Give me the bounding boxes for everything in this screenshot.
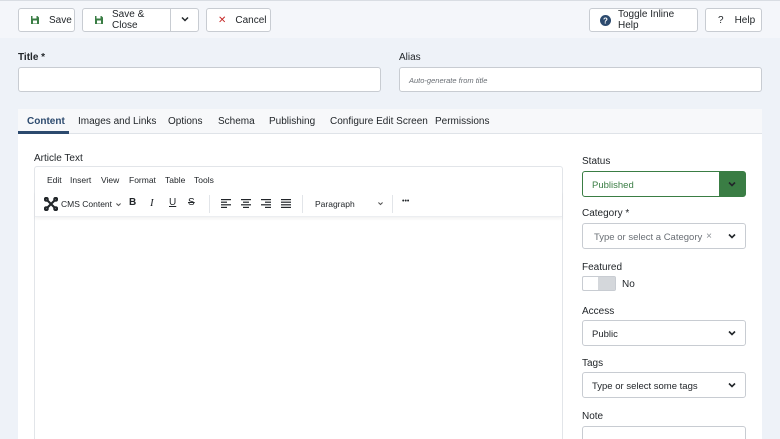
note-input[interactable] bbox=[582, 426, 746, 439]
active-tab-indicator bbox=[18, 131, 69, 134]
align-right-icon[interactable] bbox=[261, 199, 271, 208]
rich-text-editor: Edit Insert View Format Table Tools CMS … bbox=[34, 166, 563, 439]
editor-content-area[interactable] bbox=[35, 218, 562, 439]
save-button[interactable]: Save bbox=[18, 8, 75, 32]
tags-select[interactable]: Type or select some tags bbox=[582, 372, 746, 398]
tab-configure-edit-screen[interactable]: Configure Edit Screen bbox=[330, 116, 428, 127]
tab-content[interactable]: Content bbox=[27, 116, 65, 127]
toolbar-divider bbox=[302, 195, 303, 213]
chevron-down-icon bbox=[719, 373, 745, 397]
menu-table[interactable]: Table bbox=[165, 175, 185, 185]
floppy-disk-icon bbox=[94, 15, 104, 25]
menu-view[interactable]: View bbox=[101, 175, 119, 185]
chevron-down-icon bbox=[180, 14, 190, 27]
access-value: Public bbox=[592, 329, 618, 340]
tab-images-links[interactable]: Images and Links bbox=[78, 116, 156, 127]
featured-value: No bbox=[622, 279, 635, 290]
toggle-inline-help-label: Toggle Inline Help bbox=[618, 9, 675, 31]
cms-content-button[interactable]: CMS Content bbox=[44, 197, 122, 211]
category-label: Category * bbox=[582, 208, 630, 219]
title-label: Title * bbox=[18, 52, 46, 63]
clear-icon[interactable]: × bbox=[706, 231, 712, 242]
svg-text:?: ? bbox=[603, 16, 608, 25]
help-label: Help bbox=[734, 14, 756, 26]
toolbar-divider bbox=[209, 195, 210, 213]
status-label: Status bbox=[582, 156, 611, 167]
alias-label: Alias bbox=[399, 52, 421, 63]
align-center-icon[interactable] bbox=[241, 199, 251, 208]
alias-input[interactable]: Auto-generate from title bbox=[399, 67, 762, 92]
tags-label: Tags bbox=[582, 358, 604, 369]
help-button[interactable]: ? Help bbox=[705, 8, 762, 32]
chevron-down-icon bbox=[115, 201, 122, 208]
action-toolbar: Save Save & Close ✕ Cancel ? Toggle Inli… bbox=[0, 0, 780, 38]
save-close-button[interactable]: Save & Close bbox=[83, 9, 171, 31]
menu-insert[interactable]: Insert bbox=[70, 175, 91, 185]
access-label: Access bbox=[582, 306, 615, 317]
tab-schema[interactable]: Schema bbox=[218, 116, 255, 127]
floppy-disk-icon bbox=[30, 15, 40, 25]
bold-icon[interactable]: B bbox=[129, 197, 136, 208]
close-icon: ✕ bbox=[218, 14, 227, 26]
note-label: Note bbox=[582, 411, 604, 422]
chevron-down-icon bbox=[719, 172, 745, 196]
featured-label: Featured bbox=[582, 262, 623, 273]
menu-tools[interactable]: Tools bbox=[194, 175, 214, 185]
italic-icon[interactable]: I bbox=[150, 197, 154, 209]
joomla-icon bbox=[44, 197, 58, 211]
title-input[interactable] bbox=[18, 67, 381, 92]
editor-toolbar: CMS Content B I U S Paragraph ••• bbox=[35, 191, 562, 217]
category-placeholder: Type or select a Category bbox=[594, 232, 703, 243]
menu-format[interactable]: Format bbox=[129, 175, 156, 185]
toolbar-divider bbox=[392, 195, 393, 213]
status-select[interactable]: Published bbox=[582, 171, 746, 197]
cancel-button[interactable]: ✕ Cancel bbox=[206, 8, 271, 32]
article-text-label: Article Text bbox=[34, 153, 83, 164]
toggle-knob bbox=[598, 277, 615, 290]
tab-permissions[interactable]: Permissions bbox=[435, 116, 489, 127]
editor-menubar: Edit Insert View Format Table Tools bbox=[35, 167, 562, 191]
category-select[interactable]: Type or select a Category × bbox=[582, 223, 746, 249]
align-left-icon[interactable] bbox=[221, 199, 231, 208]
align-justify-icon[interactable] bbox=[281, 199, 291, 208]
status-value: Published bbox=[592, 180, 634, 191]
more-icon[interactable]: ••• bbox=[402, 198, 409, 205]
tab-publishing[interactable]: Publishing bbox=[269, 116, 315, 127]
cancel-label: Cancel bbox=[235, 14, 267, 26]
question-circle-icon: ? bbox=[600, 14, 611, 26]
tab-options[interactable]: Options bbox=[168, 116, 202, 127]
featured-toggle[interactable] bbox=[582, 276, 616, 291]
question-icon: ? bbox=[718, 14, 724, 26]
toggle-inline-help-button[interactable]: ? Toggle Inline Help bbox=[589, 8, 698, 32]
article-edit-card: Content Images and Links Options Schema … bbox=[18, 109, 762, 439]
strikethrough-icon[interactable]: S bbox=[188, 197, 195, 208]
save-label: Save bbox=[49, 14, 72, 26]
block-format-select[interactable]: Paragraph bbox=[311, 195, 387, 213]
tab-bar: Content Images and Links Options Schema … bbox=[18, 109, 762, 134]
save-close-group: Save & Close bbox=[82, 8, 199, 32]
alias-placeholder: Auto-generate from title bbox=[409, 76, 488, 85]
access-select[interactable]: Public bbox=[582, 320, 746, 346]
chevron-down-icon bbox=[719, 224, 745, 248]
chevron-down-icon bbox=[719, 321, 745, 345]
cms-content-label: CMS Content bbox=[61, 199, 113, 209]
save-close-label: Save & Close bbox=[112, 9, 145, 31]
tags-placeholder: Type or select some tags bbox=[592, 381, 698, 392]
chevron-down-icon bbox=[377, 200, 384, 207]
underline-icon[interactable]: U bbox=[169, 197, 176, 208]
save-options-dropdown[interactable] bbox=[171, 9, 198, 31]
block-format-value: Paragraph bbox=[315, 199, 355, 209]
menu-edit[interactable]: Edit bbox=[47, 175, 62, 185]
